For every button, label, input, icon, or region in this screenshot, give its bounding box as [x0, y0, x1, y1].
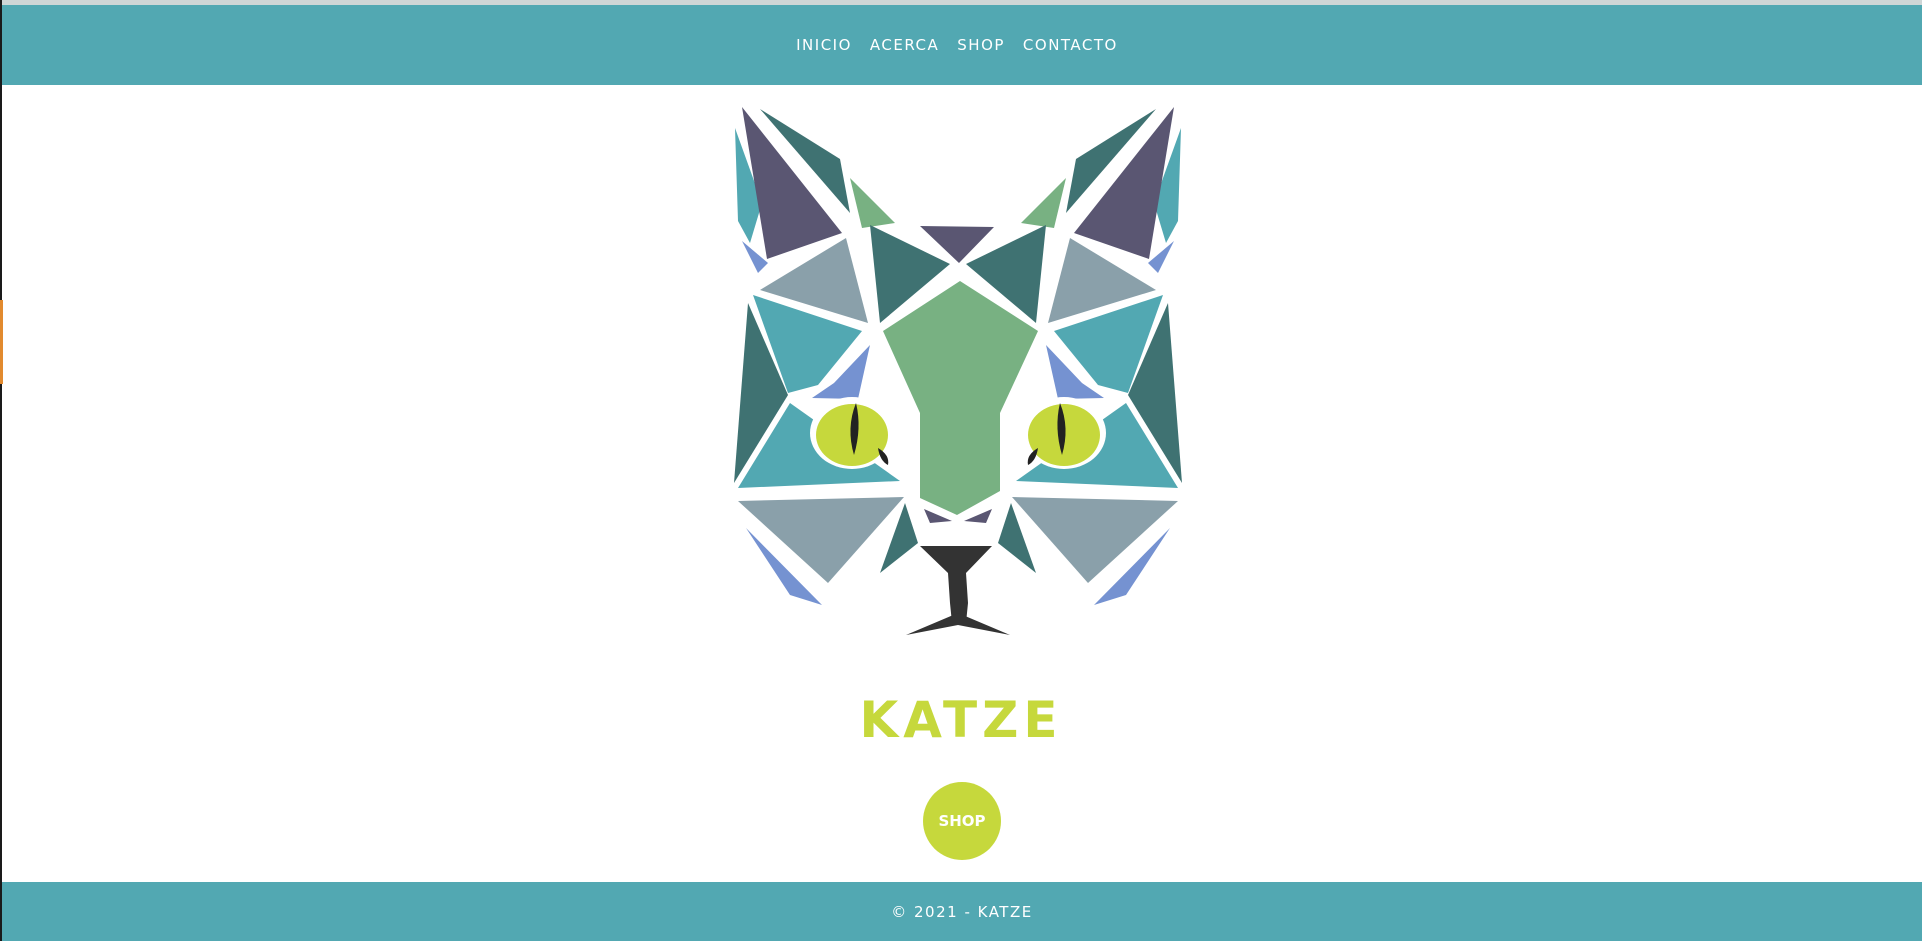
footer: © 2021 - KATZE	[2, 882, 1922, 941]
page: INICIO ACERCA SHOP CONTACTO KATZE SHOP ©…	[0, 0, 1922, 941]
brand-title: KATZE	[859, 691, 1063, 749]
footer-copyright: © 2021 - KATZE	[891, 902, 1033, 921]
cat-facet	[1021, 178, 1066, 228]
shop-button[interactable]: SHOP	[923, 782, 1001, 860]
nav-item-acerca[interactable]: ACERCA	[870, 36, 939, 54]
nav-item-contacto[interactable]: CONTACTO	[1023, 36, 1118, 54]
nav-item-shop[interactable]: SHOP	[957, 36, 1005, 54]
left-accent	[0, 300, 3, 384]
cat-facet	[964, 509, 992, 523]
nav-item-inicio[interactable]: INICIO	[796, 36, 852, 54]
cat-facet	[924, 509, 952, 523]
navbar: INICIO ACERCA SHOP CONTACTO	[2, 5, 1922, 85]
cat-facet	[1012, 497, 1178, 583]
cat-facet	[742, 241, 768, 273]
cat-facet	[883, 281, 1038, 515]
cat-facet	[1148, 241, 1174, 273]
nav-links: INICIO ACERCA SHOP CONTACTO	[796, 36, 1118, 54]
cat-nose	[920, 546, 992, 623]
cat-facet	[850, 178, 895, 228]
left-edge	[0, 0, 2, 941]
geometric-cat-head-icon	[734, 107, 1182, 635]
cat-facet	[738, 497, 904, 583]
cat-mouth	[906, 613, 1010, 635]
